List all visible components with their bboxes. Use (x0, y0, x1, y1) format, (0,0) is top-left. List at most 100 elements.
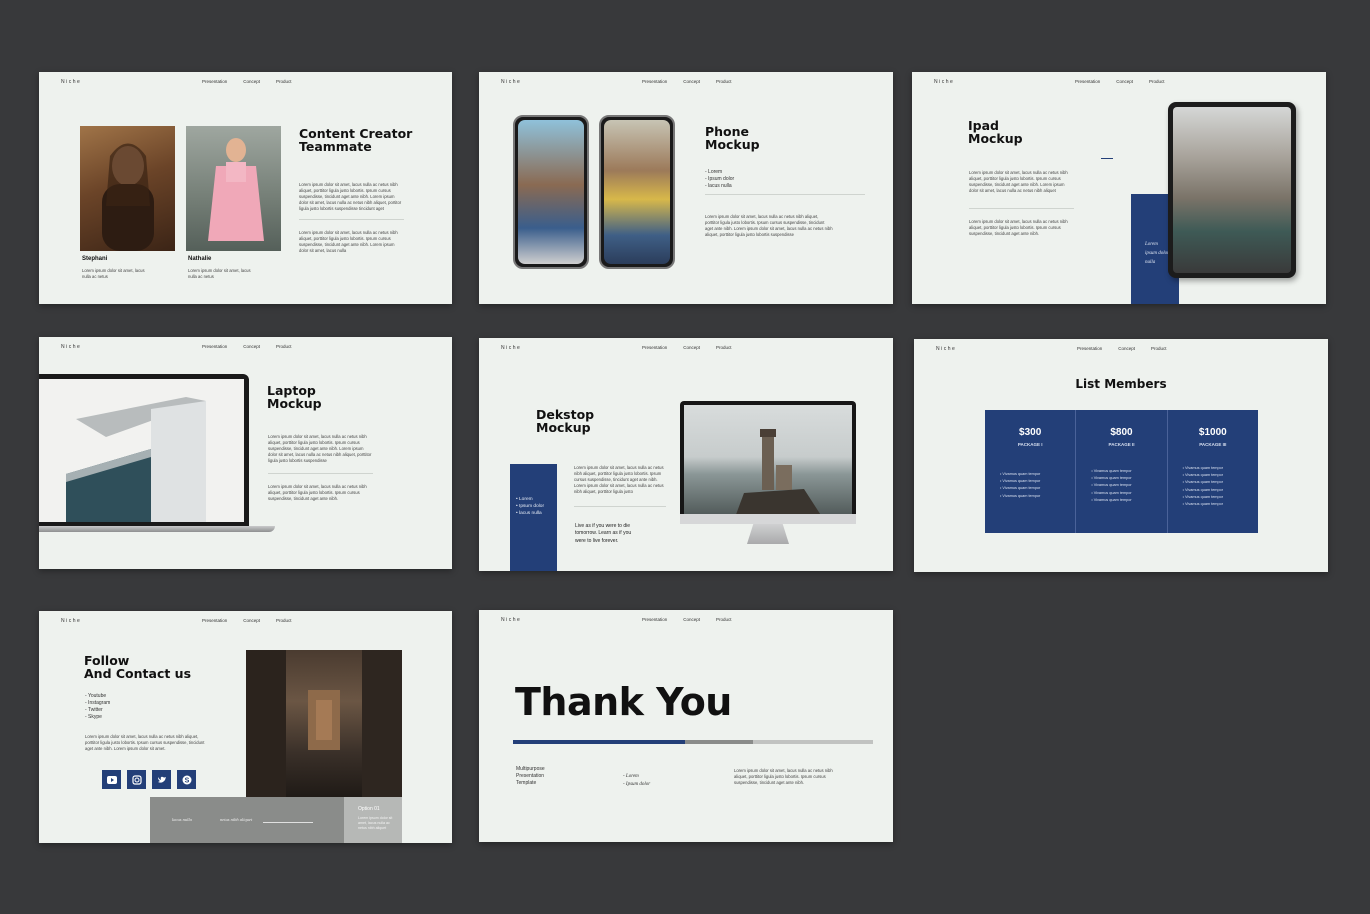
nav-link-product[interactable]: Product (276, 79, 292, 84)
nav-link-product[interactable]: Product (716, 79, 732, 84)
slide-phone-mockup[interactable]: Niche Presentation Concept Product Phone… (479, 72, 893, 304)
social-item-instagram[interactable]: - Instagram (85, 700, 110, 707)
nav-brand: Niche (501, 345, 522, 351)
package-features: • Vivamus quam tempor • Vivamus quam tem… (1183, 465, 1223, 508)
ipad-screen-photo (1173, 107, 1291, 273)
nav-brand: Niche (936, 346, 957, 352)
feature-item: • Vivamus quam tempor (1000, 486, 1041, 491)
slide-thank-you[interactable]: Niche Presentation Concept Product Thank… (479, 610, 893, 842)
nav-link-presentation[interactable]: Presentation (202, 618, 227, 623)
slide-content-creator[interactable]: Niche Presentation Concept Product Steph… (39, 72, 452, 304)
nav-brand: Niche (61, 344, 82, 350)
nav-link-concept[interactable]: Concept (1118, 346, 1135, 351)
slide-title: List Members (1075, 377, 1167, 391)
list-item: - Ipsum dolor (705, 176, 735, 182)
desktop-monitor-mockup (680, 401, 856, 524)
nav-link-presentation[interactable]: Presentation (642, 617, 667, 622)
slide-title: Ipad Mockup (968, 119, 1023, 145)
laptop-base (39, 526, 275, 532)
svg-text:S: S (184, 777, 189, 784)
slide-title: Laptop Mockup (267, 384, 322, 410)
package-price: $800 (1110, 427, 1133, 438)
paragraph: Lorem ipsum dolor sit amet, lacus nulla … (299, 230, 398, 254)
feature-item: • Vivamus quam tempor (1000, 479, 1041, 484)
subtitle-line: Template (516, 779, 537, 786)
pricing-column[interactable]: $300 PACKAGE I • Vivamus quam tempor • V… (985, 410, 1077, 533)
nav-link-concept[interactable]: Concept (1116, 79, 1133, 84)
nav-link-product[interactable]: Product (276, 618, 292, 623)
laptop-mockup (39, 374, 249, 526)
accent-block-text: Lorem ipsum dolor nulla (1145, 240, 1169, 267)
feature-item: • Vivamus quam tempor (1091, 476, 1132, 481)
feature-item: • Vivamus quam tempor (1182, 502, 1223, 507)
nav-link-presentation[interactable]: Presentation (1077, 346, 1102, 351)
option-text: Lorem ipsum dolor sit amet, lacus nulla … (358, 816, 393, 831)
divider (299, 219, 404, 220)
nav-link-presentation[interactable]: Presentation (642, 79, 667, 84)
nav-link-concept[interactable]: Concept (243, 79, 260, 84)
list-item: - lacus nulla (705, 183, 732, 189)
skype-icon[interactable]: S (177, 770, 196, 789)
feature-item: • Vivamus quam tempor (1182, 494, 1223, 499)
pricing-column[interactable]: $800 PACKAGE II • Vivamus quam tempor • … (1076, 410, 1168, 533)
feature-item: • Vivamus quam tempor (1000, 493, 1041, 498)
nav-link-concept[interactable]: Concept (683, 345, 700, 350)
title-line: Mockup (968, 131, 1023, 147)
phone-screen-photo (604, 120, 670, 264)
nav-link-product[interactable]: Product (276, 344, 292, 349)
slide-follow-contact[interactable]: Niche Presentation Concept Product Follo… (39, 611, 452, 843)
person-desc-nathalie: Lorem ipsum dolor sit amet, lacus nulla … (188, 268, 251, 280)
divider (969, 208, 1074, 209)
nav-link-presentation[interactable]: Presentation (202, 344, 227, 349)
nav-links: Presentation Concept Product (202, 618, 292, 623)
nav-link-presentation[interactable]: Presentation (642, 345, 667, 350)
feature-list: - Lorem - Ipsum dolor - lacus nulla (705, 169, 734, 190)
social-item-youtube[interactable]: - Youtube (85, 693, 110, 700)
nav-link-product[interactable]: Product (1151, 346, 1167, 351)
nav-link-concept[interactable]: Concept (683, 79, 700, 84)
pricing-column[interactable]: $1000 PACKAGE III • Vivamus quam tempor … (1168, 410, 1258, 533)
lighthouse-icon (734, 429, 824, 520)
option-title: Option 01 (358, 806, 380, 812)
slide-laptop-mockup[interactable]: Niche Presentation Concept Product Lapto… (39, 337, 452, 569)
nav-link-product[interactable]: Product (1149, 79, 1165, 84)
title-line: Mockup (267, 396, 322, 412)
nav-link-product[interactable]: Product (716, 617, 732, 622)
contact-bar-text: netus nibh aliquet (220, 817, 253, 822)
nav-brand: Niche (501, 617, 522, 623)
slide-list-members[interactable]: Niche Presentation Concept Product List … (914, 339, 1328, 572)
nav-link-product[interactable]: Product (716, 345, 732, 350)
social-item-twitter[interactable]: - Twitter (85, 707, 110, 714)
nav-link-presentation[interactable]: Presentation (202, 79, 227, 84)
social-item-skype[interactable]: - Skype (85, 714, 110, 721)
paragraph: Lorem ipsum dolor sit amet, lacus nulla … (574, 465, 664, 495)
nav-link-concept[interactable]: Concept (243, 618, 260, 623)
nav-links: Presentation Concept Product (642, 345, 732, 350)
youtube-icon[interactable] (102, 770, 121, 789)
nav-brand: Niche (61, 618, 82, 624)
bar-segment-gray (685, 740, 753, 744)
portrait-silhouette-icon (208, 138, 264, 241)
divider (268, 473, 373, 474)
bar-segment-light (753, 740, 873, 744)
ipad-mockup (1168, 102, 1296, 278)
slide-desktop-mockup[interactable]: Niche Presentation Concept Product Dekst… (479, 338, 893, 571)
title-line: Mockup (705, 137, 760, 153)
package-price: $300 (1019, 427, 1042, 438)
paragraph: Lorem ipsum dolor sit amet, lacus nulla … (299, 182, 402, 212)
package-name: PACKAGE II (1108, 442, 1135, 447)
feature-item: • Vivamus quam tempor (1182, 466, 1223, 470)
slide-title: Content Creator Teammate (299, 127, 412, 153)
nav-link-concept[interactable]: Concept (683, 617, 700, 622)
paragraph: Lorem ipsum dolor sit amet, lacus nulla … (969, 219, 1068, 237)
option-card[interactable]: Option 01 Lorem ipsum dolor sit amet, la… (344, 797, 402, 843)
person-photo-stephani (80, 126, 175, 251)
nav-link-presentation[interactable]: Presentation (1075, 79, 1100, 84)
slide-ipad-mockup[interactable]: Niche Presentation Concept Product Ipad … (912, 72, 1326, 304)
subtitle-line: Presentation (516, 772, 545, 779)
twitter-icon[interactable] (152, 770, 171, 789)
accent-line: nulla (1145, 260, 1156, 265)
nav-link-concept[interactable]: Concept (243, 344, 260, 349)
contact-input-line[interactable] (263, 822, 313, 823)
instagram-icon[interactable] (127, 770, 146, 789)
